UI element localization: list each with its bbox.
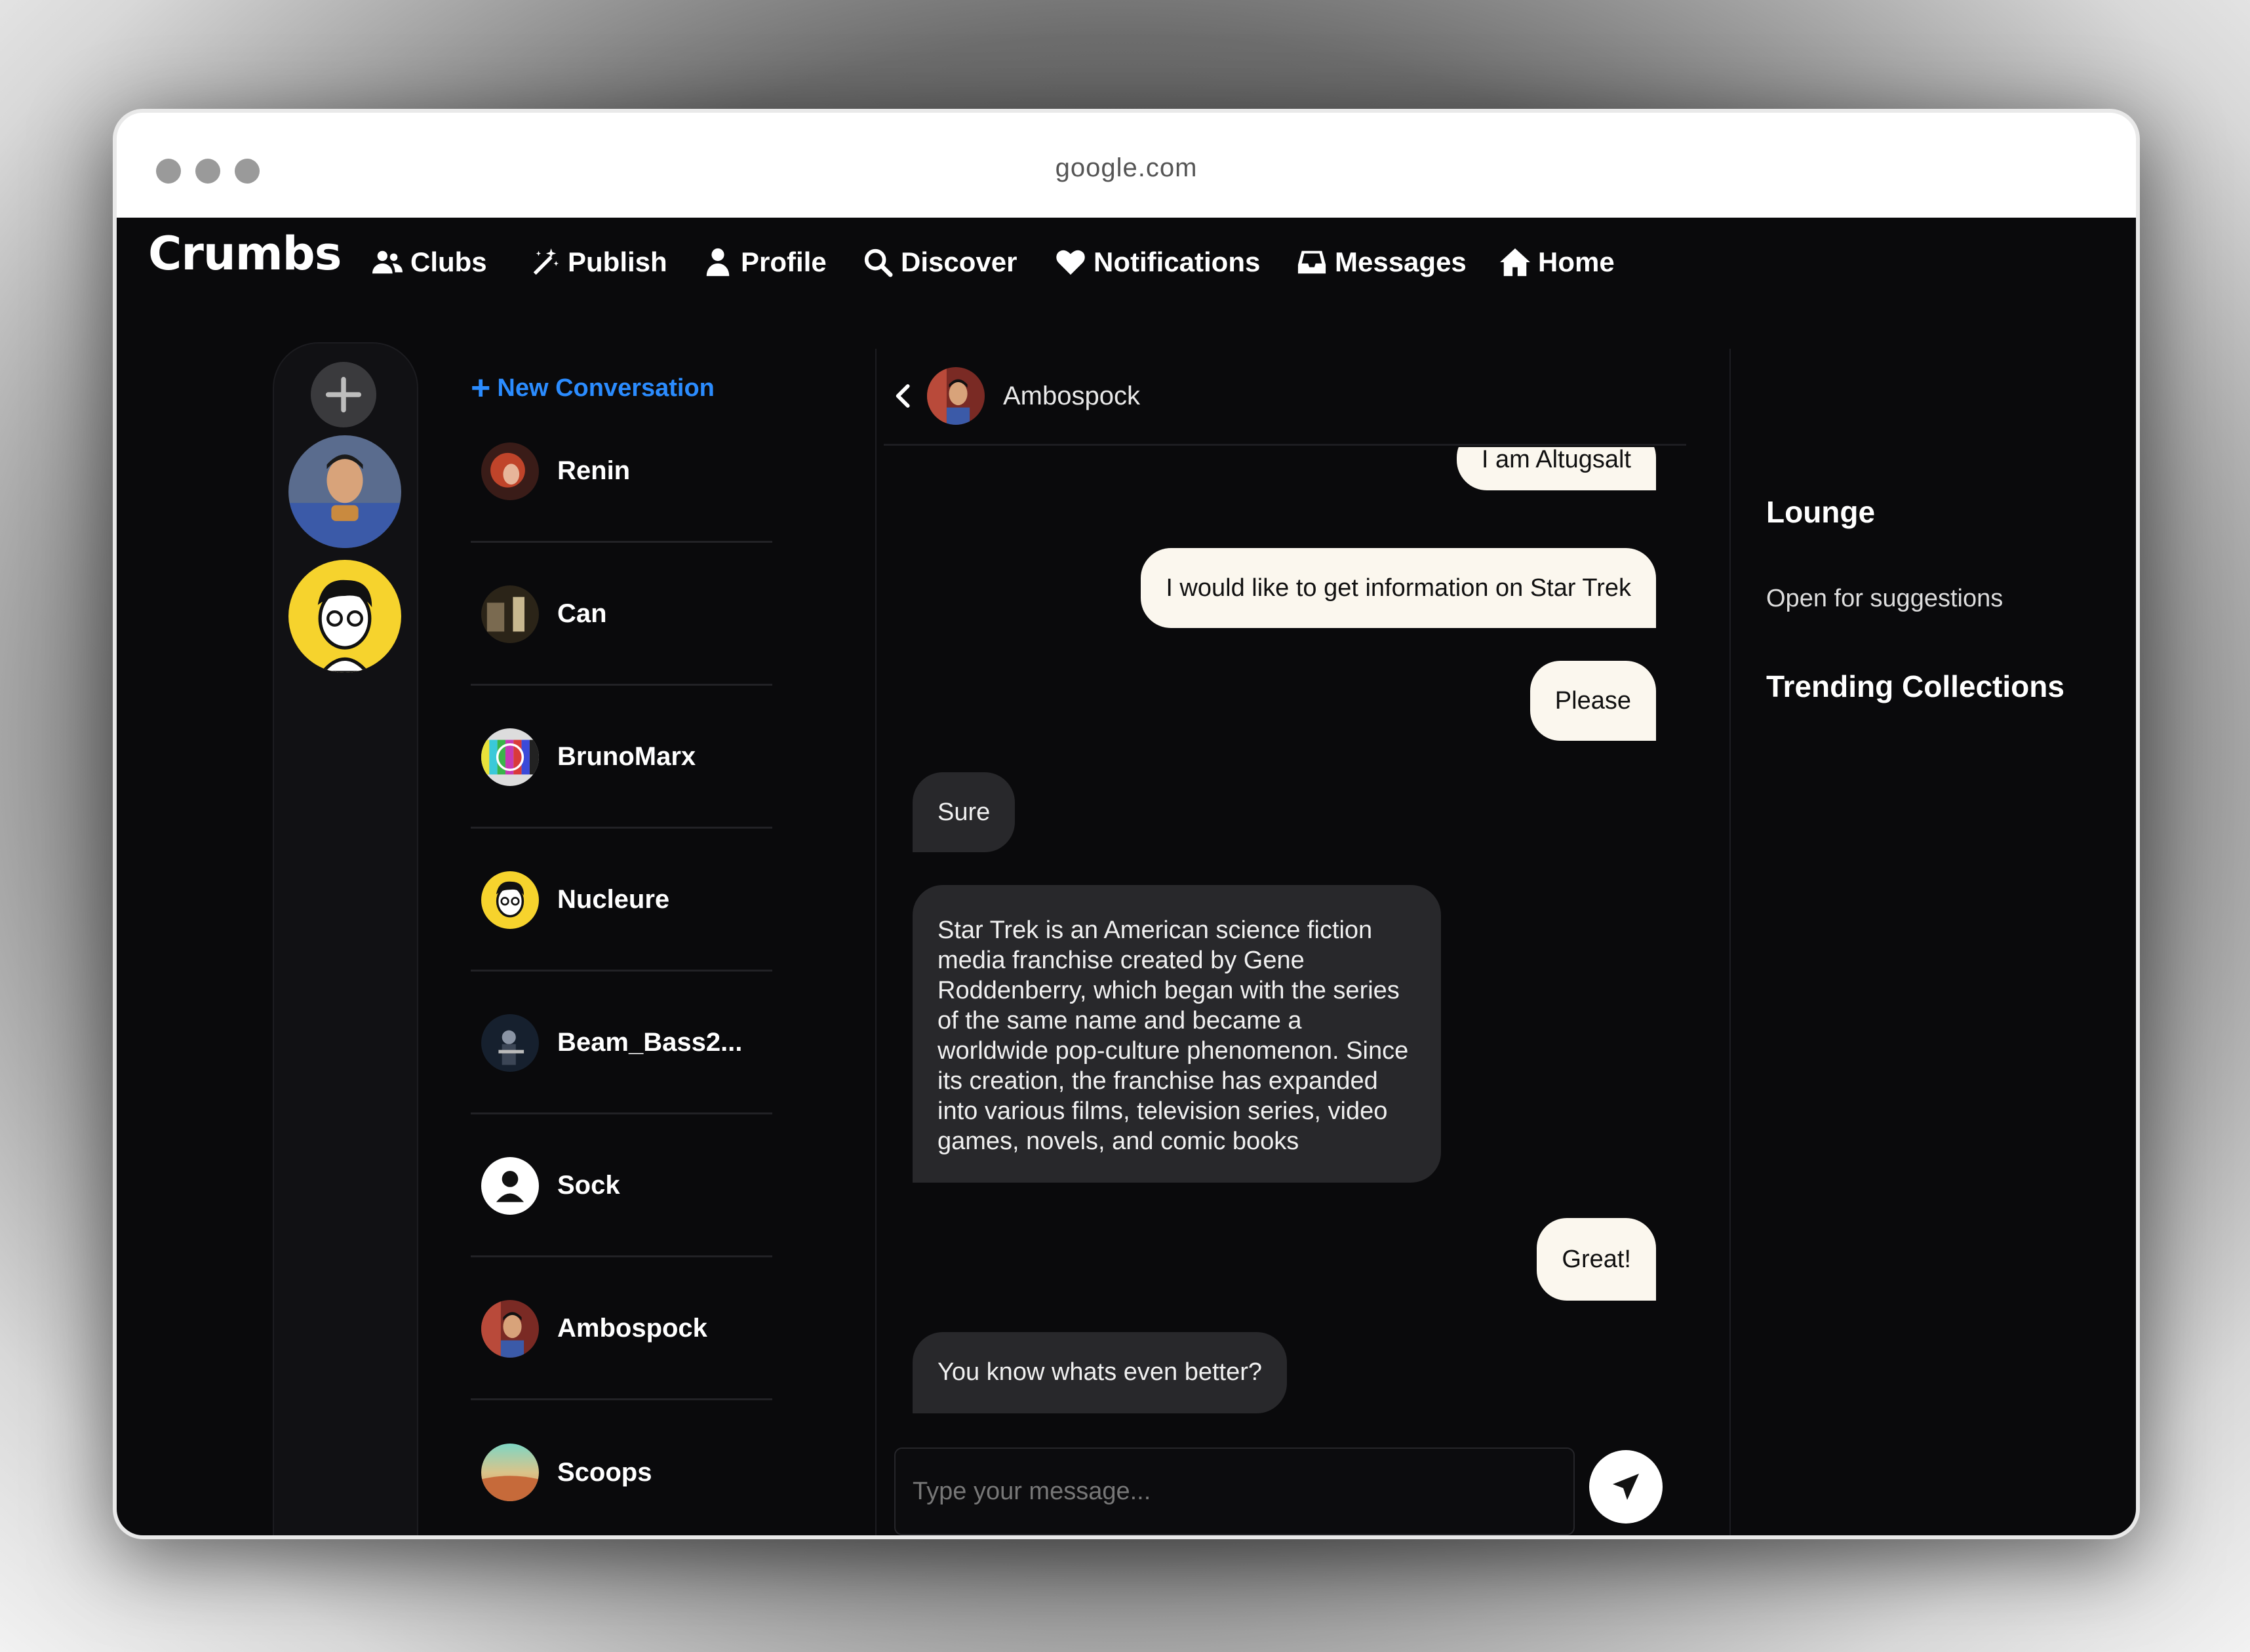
browser-titlebar: google.com bbox=[117, 113, 2136, 218]
inbox-icon bbox=[1297, 250, 1326, 274]
chat-avatar[interactable] bbox=[927, 367, 985, 425]
rail-avatar-cartoon[interactable] bbox=[288, 560, 401, 673]
nav-discover-label: Discover bbox=[901, 246, 1017, 277]
app-root: Crumbs Clubs Publish Profile Discover No… bbox=[117, 218, 2136, 1535]
conversation-name: Scoops bbox=[557, 1457, 652, 1487]
message-bubble: I am Altugsalt bbox=[1456, 447, 1656, 490]
message-input[interactable] bbox=[896, 1449, 1573, 1534]
avatar bbox=[481, 871, 539, 929]
conversation-list: + New Conversation Renin Can BrunoMarx N… bbox=[471, 336, 812, 1535]
back-button[interactable] bbox=[890, 383, 917, 409]
list-item-sock[interactable]: Sock bbox=[471, 1116, 772, 1257]
top-nav: Crumbs Clubs Publish Profile Discover No… bbox=[117, 218, 2136, 309]
nav-home-label: Home bbox=[1538, 246, 1615, 277]
list-item-brunomarx[interactable]: BrunoMarx bbox=[471, 687, 772, 829]
search-icon bbox=[864, 248, 893, 277]
avatar bbox=[481, 442, 539, 500]
avatar bbox=[481, 1013, 539, 1072]
nav-messages-label: Messages bbox=[1335, 246, 1467, 277]
send-button[interactable] bbox=[1589, 1450, 1663, 1524]
conversation-name: Sock bbox=[557, 1171, 620, 1200]
nav-profile[interactable]: Profile bbox=[703, 243, 827, 282]
list-item-can[interactable]: Can bbox=[471, 544, 772, 686]
conversation-name: Ambospock bbox=[557, 1314, 707, 1343]
nav-publish[interactable]: Publish bbox=[530, 243, 667, 282]
conversation-name: Beam_Bass2... bbox=[557, 1028, 743, 1057]
message-bubble: Sure bbox=[913, 772, 1016, 852]
nav-home[interactable]: Home bbox=[1500, 243, 1615, 282]
nav-notifications[interactable]: Notifications bbox=[1056, 243, 1260, 282]
message-bubble: Great! bbox=[1537, 1218, 1656, 1301]
trending-collections-title: Trending Collections bbox=[1766, 669, 2064, 703]
list-item-scoops[interactable]: Scoops bbox=[471, 1402, 772, 1535]
list-item-nucleure[interactable]: Nucleure bbox=[471, 830, 772, 972]
send-icon bbox=[1613, 1474, 1639, 1500]
conversation-name: Renin bbox=[557, 456, 631, 485]
club-rail bbox=[273, 342, 418, 1535]
nav-clubs[interactable]: Clubs bbox=[372, 243, 487, 282]
user-icon bbox=[706, 248, 730, 277]
avatar bbox=[481, 1156, 539, 1215]
message-bubble: Star Trek is an American science fiction… bbox=[913, 885, 1441, 1183]
conversation-name: Can bbox=[557, 599, 607, 628]
rail-avatar-spock[interactable] bbox=[288, 435, 401, 548]
home-icon bbox=[1500, 248, 1530, 277]
chevron-left-icon bbox=[896, 384, 910, 408]
plus-icon bbox=[325, 376, 362, 413]
message-bubble: You know whats even better? bbox=[913, 1332, 1288, 1413]
nav-messages[interactable]: Messages bbox=[1297, 243, 1467, 282]
new-conversation-label: New Conversation bbox=[497, 374, 715, 402]
column-divider bbox=[1729, 349, 1731, 1535]
message-thread: I am Altugsalt I would like to get infor… bbox=[884, 447, 1686, 1417]
add-club-button[interactable] bbox=[311, 362, 376, 427]
chat-contact-name: Ambospock bbox=[1003, 382, 1140, 410]
magic-wand-icon bbox=[533, 248, 559, 275]
avatar bbox=[481, 585, 539, 643]
list-item-ambospock[interactable]: Ambospock bbox=[471, 1259, 772, 1400]
conversation-name: Nucleure bbox=[557, 885, 670, 914]
conversation-name: BrunoMarx bbox=[557, 742, 696, 771]
nav-discover[interactable]: Discover bbox=[863, 243, 1017, 282]
lounge-subtitle: Open for suggestions bbox=[1766, 585, 2003, 612]
address-bar[interactable]: google.com bbox=[117, 153, 2136, 183]
message-bubble: I would like to get information on Star … bbox=[1141, 548, 1656, 628]
users-icon bbox=[372, 250, 403, 274]
avatar bbox=[481, 728, 539, 786]
message-input-wrap bbox=[894, 1447, 1575, 1535]
column-divider bbox=[875, 349, 877, 1535]
app-logo[interactable]: Crumbs bbox=[148, 227, 342, 281]
heart-icon bbox=[1056, 250, 1085, 275]
nav-notifications-label: Notifications bbox=[1094, 246, 1261, 277]
nav-clubs-label: Clubs bbox=[410, 246, 487, 277]
avatar bbox=[481, 1444, 539, 1501]
avatar bbox=[481, 1299, 539, 1358]
lounge-title: Lounge bbox=[1766, 495, 1876, 529]
chat-header: Ambospock bbox=[884, 349, 1686, 446]
nav-publish-label: Publish bbox=[568, 246, 667, 277]
list-item-renin[interactable]: Renin bbox=[471, 401, 772, 543]
list-item-beam-bass[interactable]: Beam_Bass2... bbox=[471, 973, 772, 1114]
nav-profile-label: Profile bbox=[741, 246, 827, 277]
message-bubble: Please bbox=[1530, 661, 1656, 741]
browser-window: google.com Crumbs Clubs Publish Profile … bbox=[113, 109, 2140, 1539]
